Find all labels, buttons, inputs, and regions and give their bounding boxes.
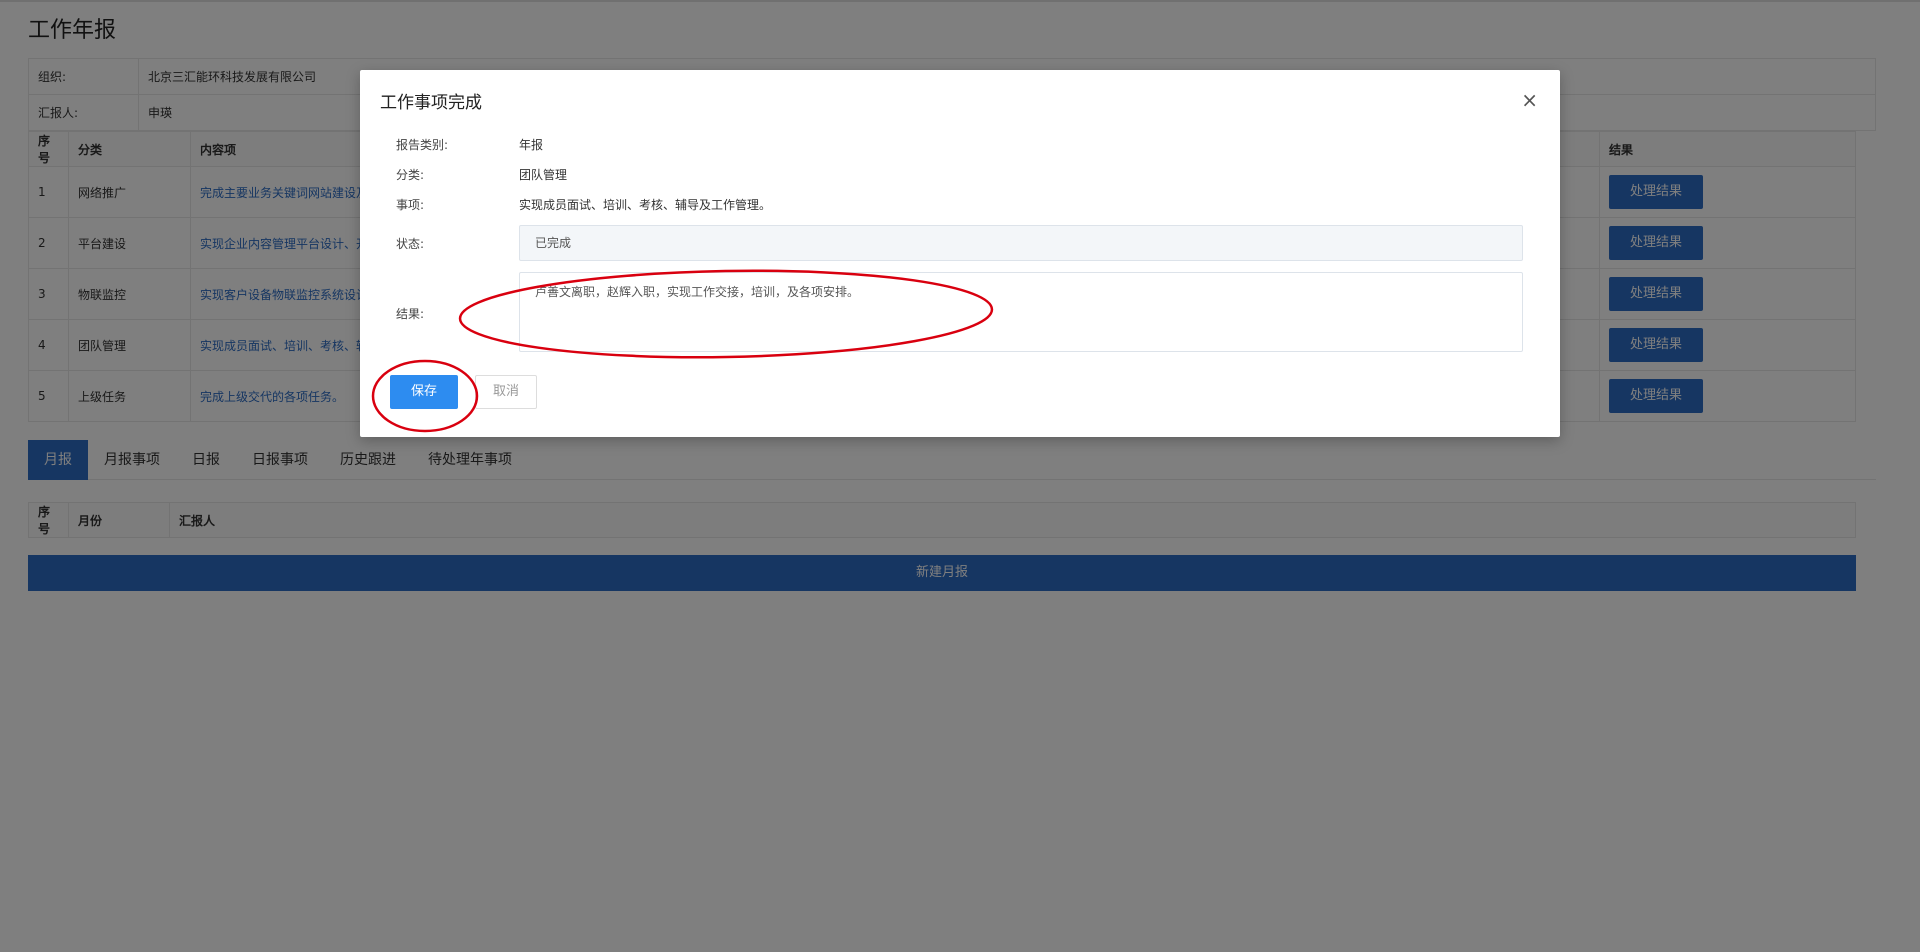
status-field[interactable]: 已完成 xyxy=(519,225,1523,261)
item-label: 事项: xyxy=(396,198,425,212)
status-label: 状态: xyxy=(396,237,425,251)
dialog-title: 工作事项完成 xyxy=(380,93,482,113)
item-value: 实现成员面试、培训、考核、辅导及工作管理。 xyxy=(519,198,772,212)
category-value: 团队管理 xyxy=(519,168,568,182)
complete-work-item-dialog: 工作事项完成 × 报告类别: 年报 分类: 团队管理 事项: 实现成员面试、培训… xyxy=(360,70,1560,437)
report-type-label: 报告类别: xyxy=(396,138,449,152)
close-icon[interactable]: × xyxy=(1521,90,1538,110)
report-type-value: 年报 xyxy=(519,138,544,152)
category-label: 分类: xyxy=(396,168,425,182)
cancel-button[interactable]: 取消 xyxy=(475,375,537,409)
save-button[interactable]: 保存 xyxy=(390,375,458,409)
result-label: 结果: xyxy=(396,307,425,321)
result-textarea[interactable]: 卢善文离职，赵辉入职，实现工作交接，培训，及各项安排。 xyxy=(519,272,1523,352)
